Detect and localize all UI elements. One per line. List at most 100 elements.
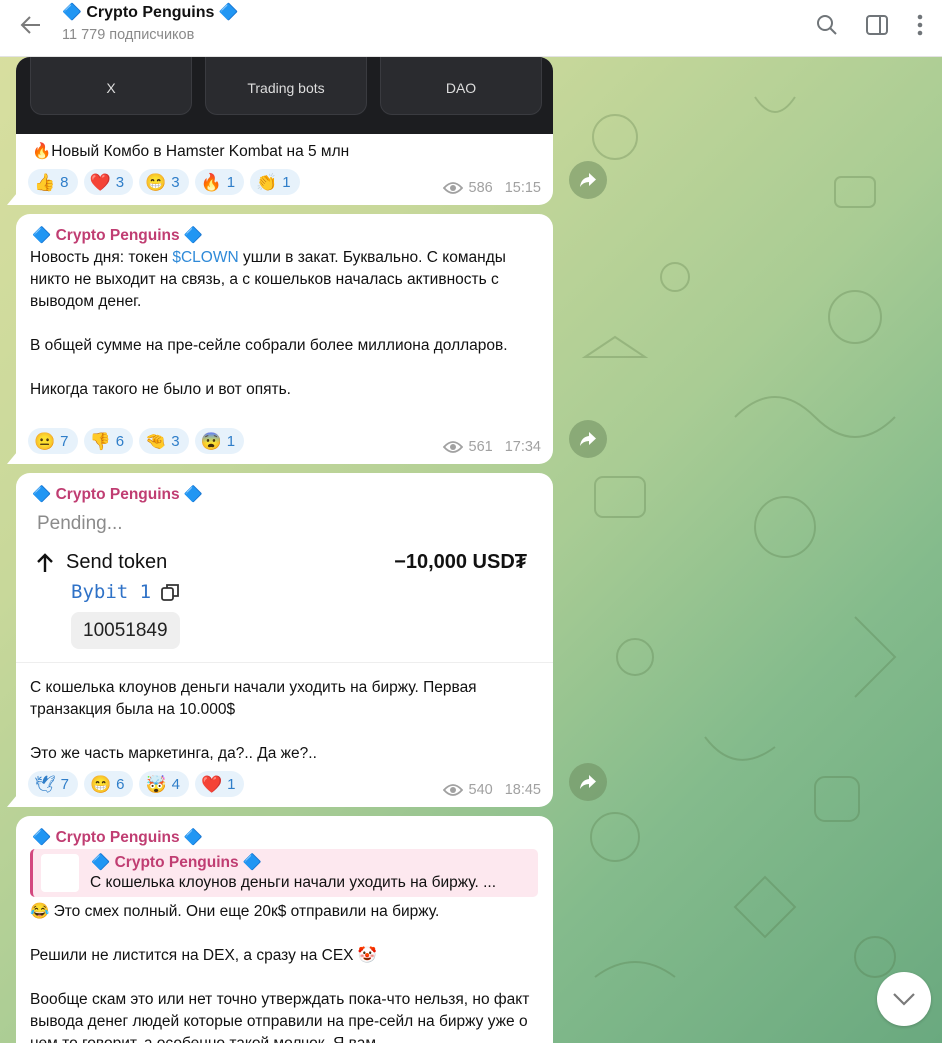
eye-icon bbox=[442, 182, 463, 194]
quote-thumbnail bbox=[41, 854, 79, 892]
tx-action-label: Send token bbox=[66, 551, 168, 573]
tile-label: Trading bots bbox=[247, 79, 325, 96]
forward-button[interactable] bbox=[569, 763, 607, 801]
view-count: 586 bbox=[468, 180, 493, 196]
tile-label: DAO bbox=[445, 79, 477, 96]
share-arrow-icon bbox=[580, 173, 596, 187]
reaction-count: 8 bbox=[60, 173, 69, 191]
reaction-emoji: ❤️ bbox=[200, 774, 223, 794]
search-icon bbox=[817, 15, 837, 35]
share-arrow-icon bbox=[580, 432, 596, 446]
more-options-button[interactable] bbox=[905, 10, 935, 40]
message-time: 18:45 bbox=[504, 782, 541, 798]
image-tile: X bbox=[30, 57, 192, 115]
chevron-down-icon bbox=[893, 993, 915, 1006]
message-time: 15:15 bbox=[504, 180, 541, 196]
view-count: 540 bbox=[468, 782, 493, 798]
message-sender[interactable]: 🔷 Crypto Penguins 🔷 bbox=[32, 828, 203, 847]
reaction-emoji: 🤏 bbox=[145, 431, 167, 451]
message-text: Новость дня: токен $CLOWN ушли в закат. … bbox=[30, 247, 545, 401]
reaction-count: 1 bbox=[226, 432, 236, 450]
reaction-chip[interactable]: 👍 8 bbox=[28, 169, 78, 195]
chat-header: 🔷 Crypto Penguins 🔷 11 779 подписчиков bbox=[0, 0, 942, 57]
message-meta: 540 18:45 bbox=[442, 782, 541, 798]
reaction-count: 4 bbox=[171, 775, 180, 793]
message-image[interactable]: X Trading bots DAO bbox=[16, 57, 553, 134]
reaction-emoji: 😁 bbox=[145, 172, 167, 192]
reaction-chip[interactable]: 😁 3 bbox=[139, 169, 189, 195]
message-meta: 561 17:34 bbox=[442, 439, 541, 455]
reaction-chip[interactable]: 👎 6 bbox=[83, 428, 134, 454]
tx-code: 10051849 bbox=[71, 612, 180, 649]
reaction-chip[interactable]: 😨 1 bbox=[194, 428, 245, 454]
message-text-part: ушли в закат. Буквально. С команды никто… bbox=[30, 249, 508, 398]
tx-action: Send token bbox=[36, 551, 167, 574]
reaction-chip[interactable]: 😁 6 bbox=[83, 771, 134, 797]
reaction-chip[interactable]: 🔥 1 bbox=[194, 169, 245, 195]
sidebar-toggle-button[interactable] bbox=[862, 10, 892, 40]
reaction-chip[interactable]: 🕊 7 bbox=[28, 771, 78, 797]
reactions-bar: 🕊 7 😁 6 🤯 4 ❤️ 1 bbox=[28, 771, 245, 797]
back-button[interactable] bbox=[14, 8, 48, 42]
reaction-chip[interactable]: ❤️ 1 bbox=[194, 771, 245, 797]
reaction-count: 6 bbox=[116, 775, 125, 793]
reaction-chip[interactable]: 🤏 3 bbox=[139, 428, 189, 454]
token-link[interactable]: $CLOWN bbox=[172, 249, 238, 266]
tx-account: Bybit 1 bbox=[71, 581, 179, 603]
reaction-emoji: 👎 bbox=[89, 431, 111, 451]
tx-amount: −10,000 USD₮ bbox=[394, 551, 527, 573]
background-pattern bbox=[581, 96, 897, 978]
view-count: 561 bbox=[468, 439, 493, 455]
reaction-count: 3 bbox=[115, 173, 125, 191]
reaction-count: 1 bbox=[227, 775, 236, 793]
reaction-count: 1 bbox=[226, 173, 236, 191]
reaction-count: 3 bbox=[171, 173, 180, 191]
message-image[interactable]: Pending... Send token −10,000 USD₮ Bybit… bbox=[16, 513, 553, 663]
reaction-chip[interactable]: 👏 1 bbox=[250, 169, 300, 195]
channel-title[interactable]: 🔷 Crypto Penguins 🔷 bbox=[62, 2, 239, 22]
reaction-chip[interactable]: 😐 7 bbox=[28, 428, 78, 454]
message-sender[interactable]: 🔷 Crypto Penguins 🔷 bbox=[32, 226, 203, 245]
scroll-down-button[interactable] bbox=[877, 972, 931, 1026]
more-vertical-icon bbox=[917, 14, 923, 36]
copy-icon bbox=[161, 584, 179, 601]
quote-text: С кошелька клоунов деньги начали уходить… bbox=[90, 874, 497, 891]
reaction-count: 6 bbox=[115, 432, 125, 450]
search-button[interactable] bbox=[812, 10, 842, 40]
message-meta: 586 15:15 bbox=[442, 180, 541, 196]
message-text: С кошелька клоунов деньги начали уходить… bbox=[30, 679, 477, 762]
reaction-count: 7 bbox=[60, 432, 69, 450]
reaction-emoji: 🕊 bbox=[34, 774, 56, 794]
quote-sender: 🔷 Crypto Penguins 🔷 bbox=[91, 854, 263, 871]
reaction-chip[interactable]: ❤️ 3 bbox=[83, 169, 134, 195]
eye-icon bbox=[442, 441, 463, 453]
subscriber-count: 11 779 подписчиков bbox=[62, 27, 195, 43]
reaction-emoji: 👍 bbox=[34, 172, 56, 192]
tx-status: Pending... bbox=[37, 513, 123, 534]
reaction-emoji: 😐 bbox=[34, 431, 56, 451]
reaction-count: 7 bbox=[60, 775, 69, 793]
message-bubble: 🔷 Crypto Penguins 🔷 Pending... Send toke… bbox=[16, 473, 553, 807]
reaction-chip[interactable]: 🤯 4 bbox=[139, 771, 189, 797]
reaction-count: 1 bbox=[282, 173, 291, 191]
reaction-emoji: 🔥 bbox=[200, 172, 222, 192]
reactions-bar: 👍 8 ❤️ 3 😁 3 🔥 1 👏 1 bbox=[28, 169, 300, 195]
message-text: 😂 Это смех полный. Они еще 20к$ отправил… bbox=[30, 903, 530, 1043]
sidebar-icon bbox=[866, 15, 888, 35]
image-tile: Trading bots bbox=[205, 57, 367, 115]
reply-quote[interactable]: 🔷 Crypto Penguins 🔷 С кошелька клоунов д… bbox=[30, 849, 538, 897]
forward-button[interactable] bbox=[569, 161, 607, 199]
reaction-emoji: 🤯 bbox=[145, 774, 167, 794]
image-tile: DAO bbox=[380, 57, 542, 115]
reaction-emoji: ❤️ bbox=[89, 172, 111, 192]
message-time: 17:34 bbox=[504, 439, 541, 455]
reactions-bar: 😐 7 👎 6 🤏 3 😨 1 bbox=[28, 428, 245, 454]
message-sender[interactable]: 🔷 Crypto Penguins 🔷 bbox=[32, 485, 203, 504]
forward-button[interactable] bbox=[569, 420, 607, 458]
reaction-count: 3 bbox=[171, 432, 180, 450]
share-arrow-icon bbox=[580, 775, 596, 789]
message-text: 🔥Новый Комбо в Hamster Kombat на 5 млн bbox=[32, 143, 350, 160]
eye-icon bbox=[442, 784, 463, 796]
message-bubble: 🔷 Crypto Penguins 🔷 🔷 Crypto Penguins 🔷 … bbox=[16, 816, 553, 1043]
message-bubble: 🔷 Crypto Penguins 🔷 Новость дня: токен $… bbox=[16, 214, 553, 464]
